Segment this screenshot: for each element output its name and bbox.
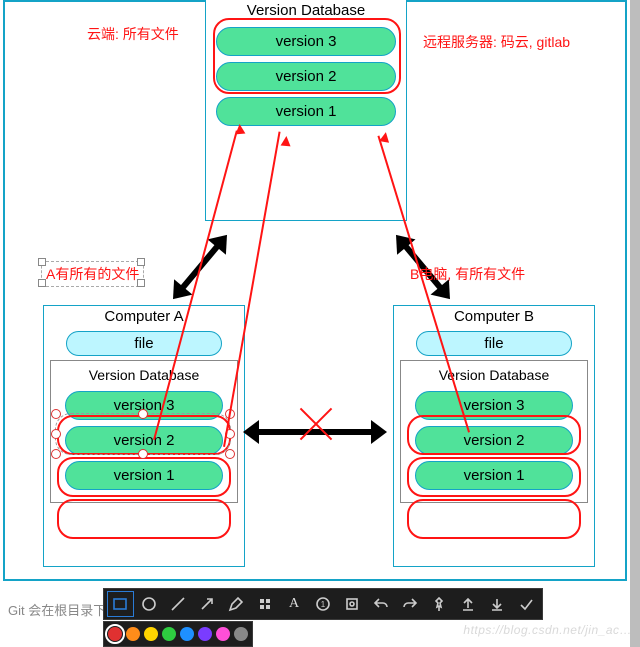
server-version-database: Version Database version 3 version 2 ver… <box>205 0 407 221</box>
selection-handle[interactable] <box>137 279 145 287</box>
computer-a-version-item: version 2 <box>65 426 223 455</box>
tool-marker-icon[interactable] <box>253 592 278 616</box>
tool-pencil-icon[interactable] <box>224 592 249 616</box>
annotation-b-has: B电脑, 有所有文件 <box>410 264 525 284</box>
tool-pin-icon[interactable] <box>426 592 451 616</box>
tool-text-icon[interactable]: A <box>282 592 307 616</box>
scrollbar[interactable] <box>630 0 640 647</box>
computer-a-version-item: version 1 <box>65 461 223 490</box>
computer-a-title: Computer A <box>44 306 244 327</box>
palette-swatch[interactable] <box>198 627 212 641</box>
server-version-item: version 1 <box>216 97 396 126</box>
computer-a-box: Computer A file Version Database version… <box>43 305 245 567</box>
selection-handle[interactable] <box>38 279 46 287</box>
palette-swatch[interactable] <box>126 627 140 641</box>
tool-upload-icon[interactable] <box>455 592 480 616</box>
palette-swatch[interactable] <box>180 627 194 641</box>
selection-handle[interactable] <box>38 258 46 266</box>
computer-b-version-item: version 3 <box>415 391 573 420</box>
color-palette <box>103 621 253 647</box>
annotation-arrowhead <box>281 136 292 147</box>
computer-b-file: file <box>416 331 572 356</box>
diagram-stage: Version Database version 3 version 2 ver… <box>0 0 640 647</box>
annotation-cloud: 云端: 所有文件 <box>87 24 179 44</box>
computer-a-version-database: Version Database version 3 version 2 ver… <box>50 360 238 503</box>
tool-ellipse-icon[interactable] <box>137 592 162 616</box>
annotation-remote: 远程服务器: 码云, gitlab <box>423 32 570 52</box>
direct-arrow-a-b <box>245 417 385 447</box>
tool-arrow-icon[interactable] <box>195 592 220 616</box>
palette-swatch[interactable] <box>162 627 176 641</box>
annotation-arrowhead <box>235 124 246 135</box>
tool-redo-icon[interactable] <box>397 592 422 616</box>
computer-b-box: Computer B file Version Database version… <box>393 305 595 567</box>
annotation-arrowhead <box>379 131 391 143</box>
palette-swatch[interactable] <box>144 627 158 641</box>
computer-a-file: file <box>66 331 222 356</box>
selection-handle[interactable] <box>137 258 145 266</box>
computer-b-version-item: version 1 <box>415 461 573 490</box>
tool-step-icon[interactable]: 1 <box>311 592 336 616</box>
annotation-toolbar: A 1 <box>103 588 543 620</box>
tool-undo-icon[interactable] <box>368 592 393 616</box>
computer-a-db-title: Version Database <box>55 365 233 385</box>
computer-a-version-item: version 3 <box>65 391 223 420</box>
server-version-item: version 2 <box>216 62 396 91</box>
tool-download-icon[interactable] <box>484 592 509 616</box>
tool-confirm-icon[interactable] <box>513 592 538 616</box>
watermark-text: https://blog.csdn.net/jin_ac… <box>463 623 632 637</box>
computer-b-version-item: version 2 <box>415 426 573 455</box>
palette-swatch[interactable] <box>108 627 122 641</box>
diagram-frame: Version Database version 3 version 2 ver… <box>3 0 627 581</box>
tool-eraser-icon[interactable] <box>340 592 365 616</box>
palette-swatch[interactable] <box>234 627 248 641</box>
tool-rectangle-icon[interactable] <box>108 592 133 616</box>
palette-swatch[interactable] <box>216 627 230 641</box>
server-version-item: version 3 <box>216 27 396 56</box>
computer-b-db-title: Version Database <box>405 365 583 385</box>
server-title: Version Database <box>206 0 406 21</box>
svg-text:1: 1 <box>321 600 326 609</box>
tool-line-icon[interactable] <box>166 592 191 616</box>
sync-arrow-server-a <box>151 217 248 317</box>
annotation-a-has-selected[interactable]: A有所有的文件 <box>41 261 144 287</box>
computer-b-version-database: Version Database version 3 version 2 ver… <box>400 360 588 503</box>
